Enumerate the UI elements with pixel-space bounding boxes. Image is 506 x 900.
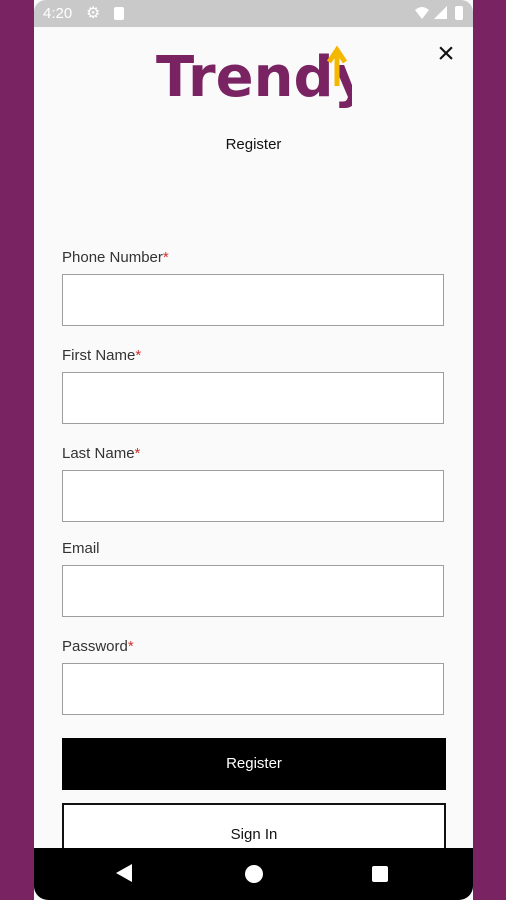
battery-icon [455, 6, 463, 20]
required-asterisk: * [162, 249, 169, 266]
phone-number-input[interactable] [62, 274, 444, 326]
page-title: Register [225, 136, 282, 153]
password-input[interactable] [62, 663, 444, 715]
first-name-label: First Name* [62, 347, 141, 364]
email-label: Email [62, 540, 100, 557]
settings-icon: ⚙ [86, 5, 101, 22]
sd-card-icon [114, 7, 124, 20]
required-asterisk: * [127, 638, 134, 655]
last-name-label: Last Name* [62, 445, 140, 462]
required-asterisk: * [134, 445, 141, 462]
email-input[interactable] [62, 565, 444, 617]
signal-icon [434, 6, 447, 23]
required-asterisk: * [135, 347, 142, 364]
recents-icon[interactable] [372, 866, 388, 882]
last-name-label-text: Last Name [62, 445, 135, 462]
back-icon[interactable] [116, 864, 132, 887]
logo-wordmark: Trendy [156, 45, 352, 110]
email-label-text: Email [62, 540, 100, 557]
first-name-label-text: First Name [62, 347, 136, 364]
wifi-icon [415, 6, 429, 23]
password-label-text: Password [62, 638, 128, 655]
phone-number-label: Phone Number* [62, 249, 169, 266]
close-icon[interactable]: × [432, 39, 460, 69]
phone-number-label-text: Phone Number [62, 249, 163, 266]
home-icon[interactable] [245, 865, 263, 883]
brand-logo: Trendy [156, 44, 370, 141]
status-time: 4:20 [43, 5, 73, 22]
register-button[interactable]: Register [62, 738, 446, 790]
status-bar: 4:20 ⚙ [34, 0, 473, 27]
app-screen: 4:20 ⚙ × Trendy Register Phone Number* F… [34, 0, 473, 900]
password-label: Password* [62, 638, 134, 655]
system-nav-bar [34, 848, 473, 900]
first-name-input[interactable] [62, 372, 444, 424]
last-name-input[interactable] [62, 470, 444, 522]
